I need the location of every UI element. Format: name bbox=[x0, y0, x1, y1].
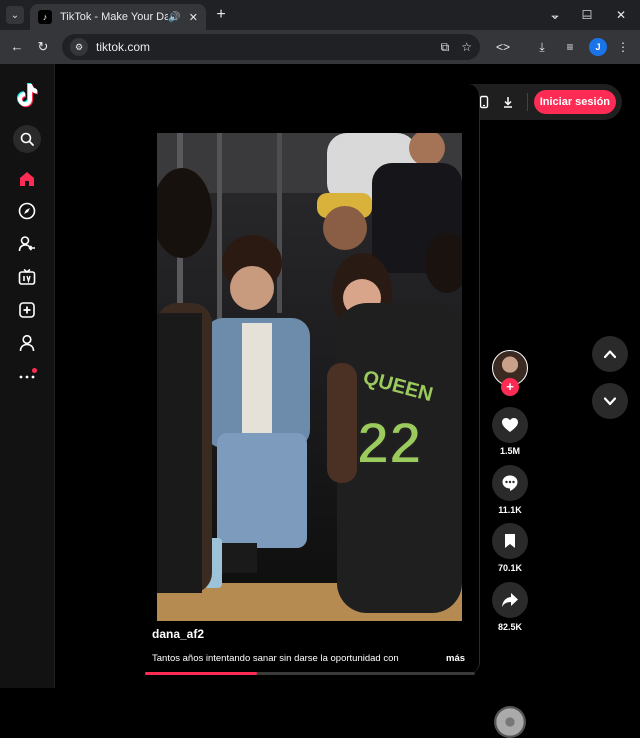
sidebar-item-home[interactable] bbox=[16, 168, 38, 190]
bookmark-icon bbox=[505, 534, 515, 548]
close-icon[interactable]: ✕ bbox=[189, 11, 198, 24]
tiktok-favicon-icon: ♪ bbox=[38, 10, 52, 24]
sidebar-item-following[interactable] bbox=[16, 233, 38, 255]
next-video-button[interactable] bbox=[592, 383, 628, 419]
tab-search-button[interactable]: ⌄ bbox=[6, 6, 24, 24]
new-tab-button[interactable]: + bbox=[212, 6, 230, 24]
video-caption: Tantos años intentando sanar sin darse l… bbox=[152, 653, 399, 664]
sidebar-item-explore[interactable] bbox=[16, 200, 38, 222]
back-arrow-icon[interactable]: ← bbox=[8, 38, 26, 56]
comment-icon bbox=[502, 475, 518, 491]
following-icon bbox=[18, 236, 35, 252]
sidebar-item-live[interactable] bbox=[16, 266, 38, 288]
video-frame-image: QUEEN 22 bbox=[157, 133, 462, 621]
save-button[interactable] bbox=[492, 523, 528, 559]
profile-icon bbox=[19, 334, 35, 352]
window-close-icon[interactable]: ✕ bbox=[612, 6, 630, 24]
login-button[interactable]: Iniciar sesión bbox=[533, 90, 617, 114]
browser-toolbar: ← ↻ ⚙ tiktok.com ⧉ ☆ <> ⤓ ≡ J ⋮ bbox=[0, 30, 640, 64]
tab-title: TikTok - Make Your Day bbox=[60, 11, 169, 23]
share-arrow-icon bbox=[502, 593, 518, 607]
download-app-icon[interactable] bbox=[499, 93, 517, 111]
window-minimize-icon[interactable]: – bbox=[546, 6, 564, 24]
browser-tabstrip: ⌄ ♪ TikTok - Make Your Day 🔊 ✕ + ⌄ – bbox=[0, 0, 640, 30]
download-icon[interactable]: ⤓ bbox=[533, 38, 551, 56]
video-progress-fill bbox=[145, 672, 258, 675]
jersey-number: 22 bbox=[357, 411, 422, 476]
video-player[interactable]: QUEEN 22 bbox=[157, 133, 462, 621]
sidebar-item-profile[interactable] bbox=[16, 332, 38, 354]
sidebar bbox=[0, 64, 55, 688]
heart-icon bbox=[502, 418, 518, 432]
media-playlist-icon[interactable]: ≡ bbox=[561, 38, 579, 56]
maximize-icon[interactable]: ☐ bbox=[578, 6, 596, 24]
bookmark-star-icon[interactable]: ☆ bbox=[461, 40, 472, 54]
chevron-down-icon: ⌄ bbox=[10, 9, 20, 21]
save-count: 70.1K bbox=[497, 563, 523, 573]
home-icon bbox=[20, 172, 34, 186]
like-count: 1.5M bbox=[499, 446, 520, 456]
speaker-icon[interactable]: 🔊 bbox=[168, 12, 180, 23]
site-info-icon[interactable]: ⚙ bbox=[70, 38, 88, 56]
video-author[interactable]: dana_af2 bbox=[152, 627, 204, 641]
search-icon bbox=[20, 132, 34, 146]
tiktok-page: Iniciar sesión QUEEN 22 dana_af2 Tantos … bbox=[0, 64, 640, 738]
music-disc-icon[interactable] bbox=[494, 706, 526, 738]
comment-button[interactable] bbox=[492, 465, 528, 501]
sidebar-item-upload[interactable] bbox=[16, 299, 38, 321]
like-button[interactable] bbox=[492, 407, 528, 443]
profile-avatar[interactable]: J bbox=[589, 38, 607, 56]
caption-more-link[interactable]: más bbox=[446, 653, 465, 664]
upload-icon bbox=[19, 302, 35, 318]
tiktok-logo-icon[interactable] bbox=[15, 82, 39, 108]
sidebar-search-button[interactable] bbox=[13, 125, 41, 153]
share-button[interactable] bbox=[492, 582, 528, 618]
divider bbox=[526, 93, 528, 111]
url-text[interactable]: tiktok.com bbox=[96, 40, 429, 54]
address-bar[interactable]: ⚙ tiktok.com ⧉ ☆ bbox=[62, 34, 480, 60]
chevron-up-icon bbox=[603, 350, 617, 359]
kebab-menu-icon[interactable]: ⋮ bbox=[614, 38, 632, 56]
follow-plus-icon[interactable]: + bbox=[501, 378, 519, 396]
code-icon[interactable]: <> bbox=[494, 38, 512, 56]
chevron-down-icon bbox=[603, 397, 617, 406]
cast-icon[interactable]: ⧉ bbox=[441, 40, 450, 55]
compass-icon bbox=[18, 202, 36, 220]
share-count: 82.5K bbox=[497, 622, 523, 632]
comment-count: 11.1K bbox=[498, 505, 522, 515]
notification-dot bbox=[32, 368, 37, 373]
video-progress-bar[interactable] bbox=[145, 672, 475, 675]
reload-icon[interactable]: ↻ bbox=[34, 38, 52, 56]
browser-tab[interactable]: ♪ TikTok - Make Your Day 🔊 ✕ bbox=[30, 4, 206, 30]
previous-video-button[interactable] bbox=[592, 336, 628, 372]
live-tv-icon bbox=[18, 268, 36, 285]
